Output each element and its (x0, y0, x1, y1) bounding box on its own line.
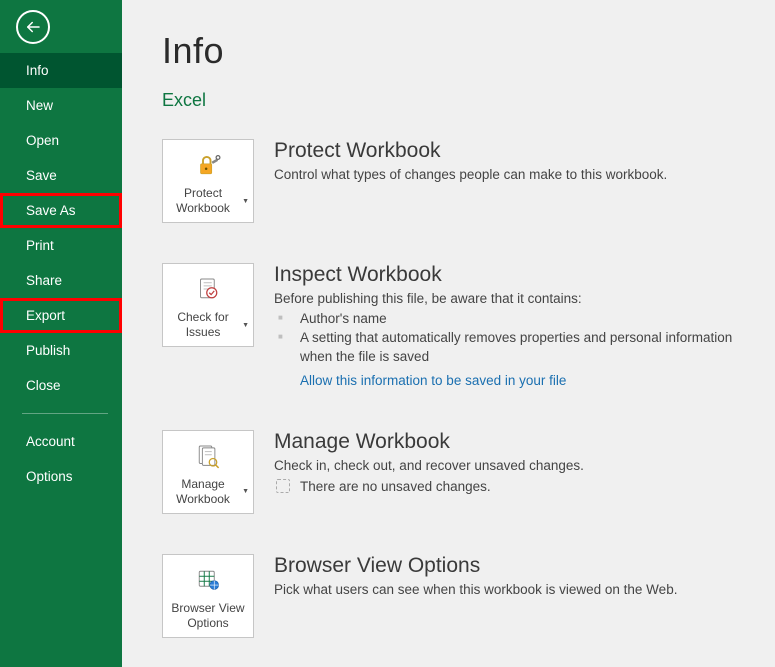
unsaved-text: There are no unsaved changes. (300, 479, 491, 494)
manage-workbook-tile[interactable]: Manage Workbook ▼ (162, 430, 254, 514)
spreadsheet-globe-icon (193, 563, 223, 597)
nav-new[interactable]: New (0, 88, 122, 123)
nav-share[interactable]: Share (0, 263, 122, 298)
backstage-sidebar: Info New Open Save Save As Print Share E… (0, 0, 122, 667)
nav-save-as[interactable]: Save As (0, 193, 122, 228)
section-body: Browser View Options Pick what users can… (274, 554, 745, 601)
nav-label: Publish (26, 343, 70, 358)
nav-label: Info (26, 63, 49, 78)
tile-label: Browser View Options (167, 601, 249, 631)
nav-account[interactable]: Account (0, 424, 122, 459)
main-panel: Info Excel Protect Workbook ▼ Protect Wo… (122, 0, 775, 667)
page-title: Info (162, 30, 745, 72)
nav-label: Open (26, 133, 59, 148)
check-for-issues-tile[interactable]: Check for Issues ▼ (162, 263, 254, 347)
nav-label: New (26, 98, 53, 113)
section-body: Manage Workbook Check in, check out, and… (274, 430, 745, 494)
protect-workbook-tile[interactable]: Protect Workbook ▼ (162, 139, 254, 223)
section-desc: Control what types of changes people can… (274, 167, 745, 182)
nav-options[interactable]: Options (0, 459, 122, 494)
section-title: Protect Workbook (274, 139, 745, 163)
nav-label: Save As (26, 203, 76, 218)
dropdown-icon: ▼ (242, 488, 249, 497)
nav-save[interactable]: Save (0, 158, 122, 193)
nav-label: Close (26, 378, 61, 393)
document-check-icon (193, 272, 223, 306)
browser-view-options-tile[interactable]: Browser View Options (162, 554, 254, 638)
nav-print[interactable]: Print (0, 228, 122, 263)
nav-separator (22, 413, 108, 414)
tile-label: Check for Issues ▼ (167, 310, 249, 340)
issues-list: Author's name A setting that automatical… (274, 310, 745, 367)
nav-label: Share (26, 273, 62, 288)
nav-publish[interactable]: Publish (0, 333, 122, 368)
section-body: Inspect Workbook Before publishing this … (274, 263, 745, 390)
nav-label: Print (26, 238, 54, 253)
section-inspect: Check for Issues ▼ Inspect Workbook Befo… (162, 263, 745, 390)
section-manage: Manage Workbook ▼ Manage Workbook Check … (162, 430, 745, 514)
nav-primary: Info New Open Save Save As Print Share E… (0, 53, 122, 494)
nav-label: Save (26, 168, 57, 183)
unsaved-row: There are no unsaved changes. (274, 479, 745, 494)
section-body: Protect Workbook Control what types of c… (274, 139, 745, 186)
nav-label: Options (26, 469, 73, 484)
dropdown-icon: ▼ (242, 198, 249, 207)
back-button[interactable] (16, 10, 50, 44)
allow-info-link[interactable]: Allow this information to be saved in yo… (300, 373, 566, 388)
dropdown-icon: ▼ (242, 322, 249, 331)
nav-export[interactable]: Export (0, 298, 122, 333)
tile-label: Protect Workbook ▼ (167, 186, 249, 216)
issue-item: A setting that automatically removes pro… (274, 329, 745, 367)
nav-open[interactable]: Open (0, 123, 122, 158)
back-arrow-icon (24, 18, 42, 36)
nav-close[interactable]: Close (0, 368, 122, 403)
section-title: Manage Workbook (274, 430, 745, 454)
section-desc: Check in, check out, and recover unsaved… (274, 458, 745, 473)
section-title: Inspect Workbook (274, 263, 745, 287)
section-browser: Browser View Options Browser View Option… (162, 554, 745, 638)
section-desc: Before publishing this file, be aware th… (274, 291, 745, 306)
nav-label: Export (26, 308, 65, 323)
back-header (0, 0, 122, 53)
section-title: Browser View Options (274, 554, 745, 578)
nav-label: Account (26, 434, 75, 449)
document-manage-icon (193, 439, 223, 473)
unsaved-icon (276, 479, 290, 493)
issue-item: Author's name (274, 310, 745, 329)
section-protect: Protect Workbook ▼ Protect Workbook Cont… (162, 139, 745, 223)
section-desc: Pick what users can see when this workbo… (274, 582, 745, 597)
document-name: Excel (162, 90, 745, 111)
lock-icon (193, 148, 223, 182)
tile-label: Manage Workbook ▼ (167, 477, 249, 507)
nav-info[interactable]: Info (0, 53, 122, 88)
